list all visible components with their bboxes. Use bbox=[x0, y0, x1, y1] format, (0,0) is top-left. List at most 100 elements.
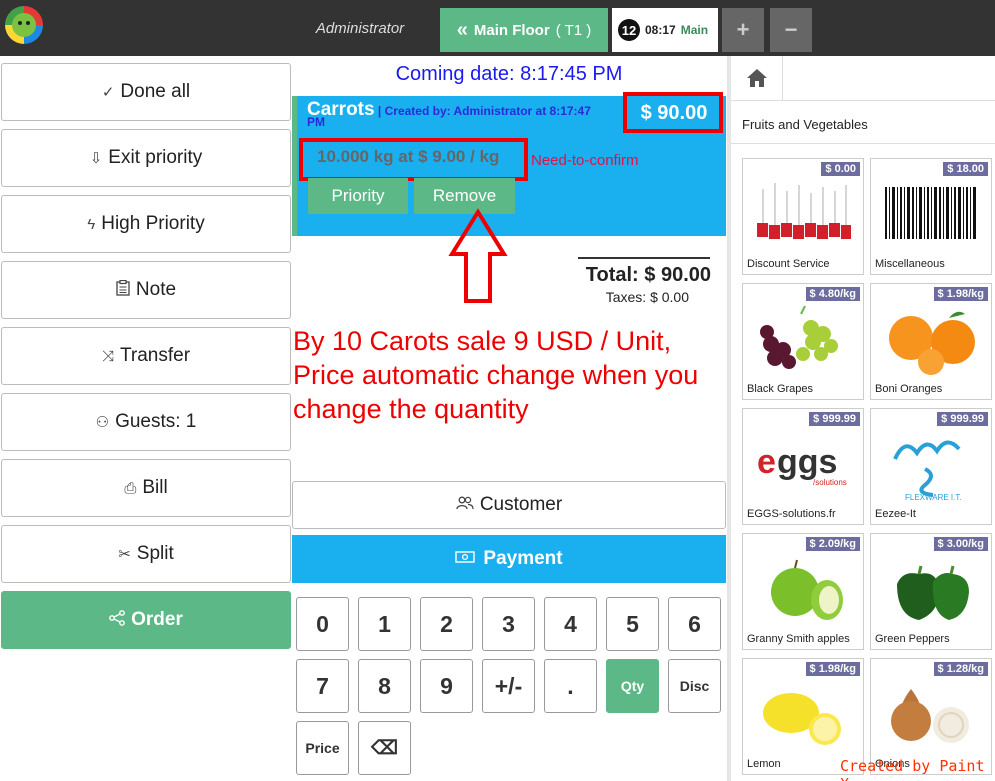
action-label: Split bbox=[136, 543, 174, 564]
product-card[interactable]: $ 2.09/kg Granny Smith apples bbox=[742, 533, 864, 650]
cash-icon bbox=[455, 548, 476, 570]
discount-image bbox=[757, 183, 851, 239]
svg-text:ggs: ggs bbox=[777, 443, 837, 481]
key-6[interactable]: 6 bbox=[668, 597, 721, 651]
action-label: High Priority bbox=[101, 213, 205, 234]
highlight-box bbox=[623, 92, 723, 133]
key-7[interactable]: 7 bbox=[296, 659, 349, 713]
order-number-badge: 12 bbox=[618, 19, 640, 41]
coming-date: Coming date: 8:17:45 PM bbox=[395, 63, 623, 85]
order-taxes: Taxes: $ 0.00 bbox=[605, 289, 689, 305]
product-card[interactable]: $ 4.80/kg Black Grapes bbox=[742, 283, 864, 400]
key-plus-minus[interactable]: +/- bbox=[482, 659, 535, 713]
app-logo-icon[interactable] bbox=[5, 6, 43, 44]
price-badge: $ 999.99 bbox=[937, 412, 988, 426]
key-discount-mode[interactable]: Disc bbox=[668, 659, 721, 713]
payment-button[interactable]: Payment bbox=[292, 535, 726, 583]
product-name: Boni Oranges bbox=[875, 383, 943, 395]
key-price-mode[interactable]: Price bbox=[296, 721, 349, 775]
double-chevron-left-icon: « bbox=[456, 18, 468, 41]
key-8[interactable]: 8 bbox=[358, 659, 411, 713]
product-card[interactable]: $ 18.00 Miscellaneous bbox=[870, 158, 992, 275]
annotation-line: change the quantity bbox=[293, 394, 529, 424]
order-total: Total: $ 90.00 bbox=[585, 264, 711, 286]
product-card[interactable]: FLEXWARE I.T. $ 999.99 Eezee-It bbox=[870, 408, 992, 525]
product-card[interactable]: $ 3.00/kg Green Peppers bbox=[870, 533, 992, 650]
grapes-image bbox=[760, 305, 838, 369]
priority-button[interactable]: Priority bbox=[308, 178, 408, 214]
credit-watermark: Created by Paint X bbox=[840, 757, 985, 781]
bill-button[interactable]: ⎙ Bill bbox=[1, 459, 291, 517]
category-title: Fruits and Vegetables bbox=[731, 100, 995, 144]
logo-eye bbox=[18, 21, 22, 25]
printer-icon: ⎙ bbox=[124, 479, 137, 497]
price-badge: $ 1.98/kg bbox=[933, 287, 988, 301]
price-badge: $ 3.00/kg bbox=[933, 537, 988, 551]
exit-priority-button[interactable]: ⇩ Exit priority bbox=[1, 129, 291, 187]
scissors-icon: ✂ bbox=[118, 546, 131, 563]
main-floor-tab[interactable]: « Main Floor ( T1 ) bbox=[440, 8, 608, 52]
price-badge: $ 4.80/kg bbox=[805, 287, 860, 301]
order-time: 08:17 bbox=[645, 23, 676, 37]
order-tab[interactable]: 12 08:17 Main bbox=[612, 8, 718, 52]
done-all-button[interactable]: ✓ Done all bbox=[1, 63, 291, 121]
price-badge: $ 1.28/kg bbox=[933, 662, 988, 676]
product-name: Miscellaneous bbox=[875, 258, 945, 270]
remove-order-button[interactable]: − bbox=[770, 8, 812, 52]
eggs-logo: e ggs /solutions bbox=[757, 443, 847, 487]
product-name: Lemon bbox=[747, 758, 781, 770]
backspace-key[interactable]: ⌫ bbox=[358, 721, 411, 775]
product-name: Green Peppers bbox=[875, 633, 950, 645]
clipboard-icon bbox=[116, 279, 130, 300]
add-user-icon: ⚇ bbox=[95, 414, 110, 431]
shuffle-icon: ⤨ bbox=[101, 347, 114, 365]
action-label: Note bbox=[135, 279, 177, 300]
key-4[interactable]: 4 bbox=[544, 597, 597, 651]
note-button[interactable]: Note bbox=[1, 261, 291, 319]
home-button[interactable] bbox=[731, 56, 783, 100]
product-card[interactable]: e ggs /solutions $ 999.99 EGGS-solutions… bbox=[742, 408, 864, 525]
key-qty-mode[interactable]: Qty bbox=[606, 659, 659, 713]
product-card[interactable]: $ 0.00 Discount Service bbox=[742, 158, 864, 275]
barcode-image bbox=[885, 187, 976, 239]
payment-label: Payment bbox=[483, 548, 563, 569]
product-name: Eezee-It bbox=[875, 508, 916, 520]
product-name: Black Grapes bbox=[747, 383, 814, 395]
apples-image bbox=[771, 559, 843, 620]
annotation-arrow-icon bbox=[448, 208, 508, 303]
lightning-icon: ϟ bbox=[87, 215, 96, 233]
guests-button[interactable]: ⚇ Guests: 1 bbox=[1, 393, 291, 451]
created-by: | Created by: Administrator at 8:17:47 bbox=[377, 104, 591, 118]
transfer-button[interactable]: ⤨ Transfer bbox=[1, 327, 291, 385]
total-divider bbox=[578, 257, 710, 259]
order-button[interactable]: Order bbox=[1, 591, 291, 649]
price-badge: $ 1.98/kg bbox=[805, 662, 860, 676]
onions-image bbox=[891, 689, 969, 743]
logo-eye bbox=[26, 21, 30, 25]
price-badge: $ 999.99 bbox=[809, 412, 860, 426]
annotation-line: Price automatic change when you bbox=[293, 360, 699, 390]
product-name: Discount Service bbox=[747, 258, 830, 270]
key-2[interactable]: 2 bbox=[420, 597, 473, 651]
order-area: Main bbox=[680, 23, 709, 37]
key-1[interactable]: 1 bbox=[358, 597, 411, 651]
high-priority-button[interactable]: ϟ High Priority bbox=[1, 195, 291, 253]
product-name: Granny Smith apples bbox=[747, 633, 850, 645]
product-card[interactable]: $ 1.98/kg Boni Oranges bbox=[870, 283, 992, 400]
eezee-logo: FLEXWARE I.T. bbox=[893, 440, 962, 501]
price-badge: $ 18.00 bbox=[943, 162, 988, 176]
home-icon bbox=[746, 69, 767, 87]
key-5[interactable]: 5 bbox=[606, 597, 659, 651]
split-button[interactable]: ✂ Split bbox=[1, 525, 291, 583]
add-order-button[interactable]: + bbox=[722, 8, 764, 52]
key-decimal[interactable]: . bbox=[544, 659, 597, 713]
svg-text:/solutions: /solutions bbox=[813, 478, 847, 487]
action-label: Order bbox=[131, 609, 183, 630]
price-badge: $ 2.09/kg bbox=[805, 537, 860, 551]
key-3[interactable]: 3 bbox=[482, 597, 535, 651]
customer-button[interactable]: Customer bbox=[292, 481, 726, 529]
top-bar: Administrator « Main Floor ( T1 ) 12 08:… bbox=[0, 0, 995, 56]
key-9[interactable]: 9 bbox=[420, 659, 473, 713]
key-0[interactable]: 0 bbox=[296, 597, 349, 651]
lemon-image bbox=[763, 693, 841, 745]
